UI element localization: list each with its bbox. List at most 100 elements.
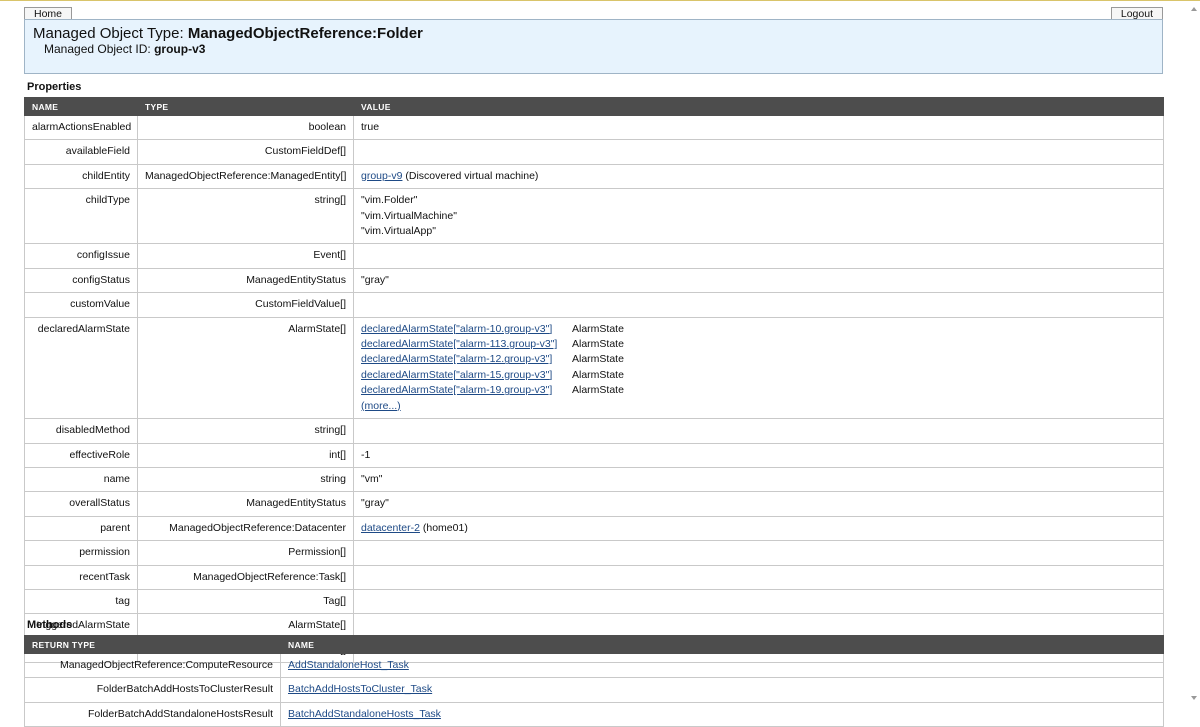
property-type: ManagedEntityStatus	[137, 491, 354, 517]
property-name: parent	[24, 515, 138, 542]
property-name: disabledMethod	[24, 418, 138, 444]
id-value: group-v3	[154, 42, 206, 56]
alarm-state-link-cell: declaredAlarmState["alarm-10.group-v3"]	[361, 322, 572, 337]
property-row: customValue CustomFieldValue[]	[24, 292, 1164, 318]
managed-object-id: Managed Object ID: group-v3	[44, 42, 205, 56]
property-name: alarmActionsEnabled	[24, 114, 138, 141]
alarm-state-type: AlarmState	[572, 322, 624, 335]
property-type: string[]	[137, 188, 354, 245]
method-link[interactable]: AddStandaloneHost_Task	[288, 659, 409, 671]
property-row: permission Permission[]	[24, 540, 1164, 566]
methods-table: RETURN TYPE NAME ManagedObjectReference:…	[24, 635, 1164, 727]
property-type: CustomFieldValue[]	[137, 292, 354, 318]
property-row: tag Tag[]	[24, 588, 1164, 615]
property-value: datacenter-2 (home01)	[353, 515, 1164, 542]
method-row: FolderBatchAddHostsToClusterResult BatchA…	[24, 677, 1164, 703]
alarm-state-link-cell: declaredAlarmState["alarm-15.group-v3"]	[361, 368, 572, 383]
alarm-state-entry: declaredAlarmState["alarm-10.group-v3"] A…	[361, 322, 1156, 337]
alarm-state-type: AlarmState	[572, 338, 624, 351]
method-link[interactable]: BatchAddStandaloneHosts_Task	[288, 708, 441, 720]
alarm-state-link-cell: declaredAlarmState["alarm-19.group-v3"]	[361, 383, 572, 398]
property-row: name string "vm"	[24, 466, 1164, 493]
property-name: recentTask	[24, 564, 138, 590]
property-name: configStatus	[24, 267, 138, 294]
property-row: configIssue Event[]	[24, 243, 1164, 269]
type-label: Managed Object Type:	[33, 25, 184, 42]
property-value-suffix: (home01)	[419, 521, 468, 534]
more-wrapper: (more...)	[361, 399, 1156, 414]
property-value-line: "vim.VirtualApp"	[361, 225, 436, 238]
alarm-state-entry: declaredAlarmState["alarm-19.group-v3"] A…	[361, 383, 1156, 398]
property-name: name	[24, 466, 138, 493]
property-type: ManagedObjectReference:Datacenter	[137, 515, 354, 542]
property-value-line: "vm"	[361, 472, 383, 485]
alarm-state-link[interactable]: declaredAlarmState["alarm-15.group-v3"]	[361, 369, 552, 381]
scroll-up-arrow-icon[interactable]	[1191, 7, 1197, 11]
alarm-state-type: AlarmState	[572, 384, 624, 397]
property-row: configStatus ManagedEntityStatus "gray"	[24, 267, 1164, 294]
method-name-cell: AddStandaloneHost_Task	[280, 652, 1164, 679]
property-value-link[interactable]: datacenter-2	[361, 522, 420, 534]
property-value	[353, 243, 1164, 269]
property-row: declaredAlarmState AlarmState[] declaredAl…	[24, 316, 1164, 420]
more-link[interactable]: (more...)	[361, 400, 401, 412]
property-name: overallStatus	[24, 491, 138, 517]
property-name: childType	[24, 188, 138, 245]
property-type: int[]	[137, 442, 354, 468]
property-name: customValue	[24, 292, 138, 318]
property-type: boolean	[137, 114, 354, 141]
id-label: Managed Object ID:	[44, 42, 151, 56]
property-value: "vim.Folder" "vim.VirtualMachine" "vim.Vir…	[353, 188, 1164, 245]
property-row: availableField CustomFieldDef[]	[24, 139, 1164, 165]
alarm-state-link[interactable]: declaredAlarmState["alarm-10.group-v3"]	[361, 323, 552, 335]
method-row: FolderBatchAddStandaloneHostsResult Batch…	[24, 701, 1164, 727]
property-value-link[interactable]: group-v9	[361, 170, 402, 182]
property-name: effectiveRole	[24, 442, 138, 468]
property-value-line: true	[361, 121, 380, 133]
property-name: permission	[24, 540, 138, 566]
property-value	[353, 139, 1164, 165]
property-value	[353, 588, 1164, 615]
column-header-name: NAME	[24, 97, 138, 116]
property-row: parent ManagedObjectReference:Datacenter d…	[24, 515, 1164, 542]
property-value-line: "vim.VirtualMachine"	[361, 209, 457, 222]
property-value	[353, 418, 1164, 444]
method-name-cell: BatchAddHostsToCluster_Task	[280, 677, 1164, 703]
scroll-down-arrow-icon[interactable]	[1191, 696, 1197, 700]
alarm-state-type: AlarmState	[572, 368, 624, 381]
property-row: childEntity ManagedObjectReference:Manage…	[24, 163, 1164, 190]
property-row: overallStatus ManagedEntityStatus "gray"	[24, 491, 1164, 517]
property-value: "vm"	[353, 466, 1164, 493]
property-type: Permission[]	[137, 540, 354, 566]
property-value-line: "gray"	[361, 273, 389, 286]
alarm-state-link[interactable]: declaredAlarmState["alarm-12.group-v3"]	[361, 353, 552, 365]
property-name: childEntity	[24, 163, 138, 190]
method-name-cell: BatchAddStandaloneHosts_Task	[280, 701, 1164, 727]
property-value	[353, 564, 1164, 590]
property-type: Tag[]	[137, 588, 354, 615]
managed-object-type: Managed Object Type: ManagedObjectRefere…	[33, 25, 423, 42]
property-type: ManagedEntityStatus	[137, 267, 354, 294]
property-value-line: "gray"	[361, 497, 389, 510]
property-type: ManagedObjectReference:ManagedEntity[]	[137, 163, 354, 190]
property-type: CustomFieldDef[]	[137, 139, 354, 165]
object-header: Managed Object Type: ManagedObjectRefere…	[24, 19, 1163, 74]
property-row: recentTask ManagedObjectReference:Task[]	[24, 564, 1164, 590]
property-name: declaredAlarmState	[24, 316, 138, 420]
method-link[interactable]: BatchAddHostsToCluster_Task	[288, 683, 432, 695]
properties-title: Properties	[27, 81, 82, 93]
alarm-state-link-cell: declaredAlarmState["alarm-113.group-v3"]	[361, 337, 572, 352]
alarm-state-entry: declaredAlarmState["alarm-15.group-v3"] A…	[361, 368, 1156, 383]
property-row: childType string[] "vim.Folder" "vim.Virtua…	[24, 188, 1164, 245]
method-return-type: FolderBatchAddStandaloneHostsResult	[24, 701, 281, 727]
property-value: declaredAlarmState["alarm-10.group-v3"] A…	[353, 316, 1164, 420]
property-type: AlarmState[]	[137, 316, 354, 420]
methods-title: Methods	[27, 619, 73, 631]
type-value: ManagedObjectReference:Folder	[187, 25, 423, 42]
property-type: string	[137, 466, 354, 493]
method-row: ManagedObjectReference:ComputeResource Ad…	[24, 652, 1164, 679]
alarm-state-link[interactable]: declaredAlarmState["alarm-113.group-v3"]	[361, 338, 557, 350]
alarm-state-link[interactable]: declaredAlarmState["alarm-19.group-v3"]	[361, 384, 552, 396]
column-header-return-type: RETURN TYPE	[24, 635, 281, 654]
column-header-value: VALUE	[353, 97, 1164, 116]
